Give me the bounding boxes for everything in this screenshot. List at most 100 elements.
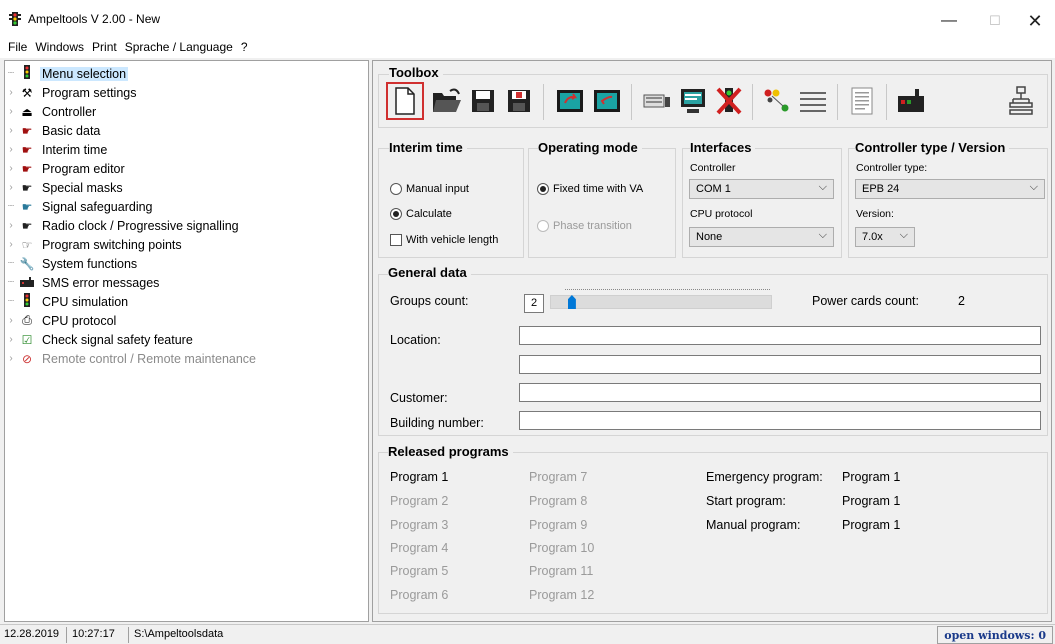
controller-icon: ⏏ [21,104,33,119]
menu-windows[interactable]: Windows [31,38,88,58]
tree-item-remote-control[interactable]: › ⊘ Remote control / Remote maintenance [5,349,258,368]
import-button[interactable] [588,82,626,120]
location-field[interactable] [519,326,1041,345]
tree-item-system-functions[interactable]: ┈ 🔧 System functions [5,254,139,273]
tree-item-program-switching-points[interactable]: › ☞ Program switching points [5,235,184,254]
manual-program-value[interactable]: Program 1 [842,518,900,532]
tree-line: ┈ [7,296,15,307]
program-item[interactable]: Program 1 [390,470,448,484]
phase-transition-radio[interactable]: Phase transition [537,220,632,232]
program-item[interactable]: Program 11 [529,564,593,578]
hand-icon: ☛ [21,142,33,157]
status-divider [66,627,67,643]
program-item[interactable]: Program 5 [390,564,448,578]
tree-item-controller[interactable]: › ⏏ Controller [5,102,98,121]
menu-file[interactable]: File [4,38,31,58]
building-number-field[interactable] [519,411,1041,430]
groups-count-slider[interactable] [550,295,772,309]
expand-chevron-icon[interactable]: › [5,125,17,136]
expand-chevron-icon[interactable]: › [5,144,17,155]
tree-item-program-editor[interactable]: › ☛ Program editor [5,159,127,178]
maximize-button[interactable]: ☐ [975,8,1015,34]
document-button[interactable] [843,82,881,120]
tree-item-cpu-protocol[interactable]: › ⎙ CPU protocol [5,311,118,330]
save-button[interactable] [464,82,502,120]
expand-chevron-icon[interactable]: › [5,220,17,231]
controller-type-value: EPB 24 [862,183,900,195]
program-item[interactable]: Program 3 [390,518,448,532]
toolbar-separator [752,84,753,120]
tree-item-signal-safeguarding[interactable]: ┈ ☛ Signal safeguarding [5,197,155,216]
tree-item-program-settings[interactable]: › ⚒ Program settings [5,83,138,102]
groups-count-value[interactable]: 2 [524,294,544,313]
menu-bar: File Windows Print Sprache / Language ? [0,38,1055,58]
controller-type-title: Controller type / Version [855,140,1010,155]
controller-port-value: COM 1 [696,183,731,195]
cpu-protocol-value: None [696,231,723,243]
tree-item-special-masks[interactable]: › ☛ Special masks [5,178,125,197]
tree-item-radio-clock[interactable]: › ☛ Radio clock / Progressive signalling [5,216,241,235]
close-button[interactable]: ✕ [1015,8,1055,34]
menu-help[interactable]: ? [237,38,252,58]
vehicle-length-checkbox[interactable]: With vehicle length [390,234,498,246]
program-item[interactable]: Program 4 [390,541,448,555]
tree-item-check-signal-safety[interactable]: › ☑ Check signal safety feature [5,330,195,349]
manual-input-radio[interactable]: Manual input [390,183,469,195]
program-item[interactable]: Program 10 [529,541,594,555]
signal-groups-button[interactable] [758,82,796,120]
tree-line: ┈ [7,68,15,79]
manual-input-label: Manual input [406,183,469,195]
released-programs-title: Released programs [388,444,513,459]
keyboard-button[interactable] [638,82,676,120]
menu-print[interactable]: Print [88,38,121,58]
tree-item-menu-selection[interactable]: ┈ Menu selection [5,64,129,83]
cpu-protocol-select[interactable]: None ⌵ [689,227,834,247]
tree-item-label: Basic data [42,123,101,138]
menu-language[interactable]: Sprache / Language [121,38,237,58]
customer-field[interactable] [519,383,1041,402]
check-doc-icon: ☑ [21,332,33,347]
location-field-line-2[interactable] [519,355,1041,374]
controller-box-button[interactable] [892,82,930,120]
program-item[interactable]: Program 7 [529,470,587,484]
cpu-protocol-label: CPU protocol [690,208,753,220]
fixed-time-radio[interactable]: Fixed time with VA [537,183,643,195]
program-item[interactable]: Program 9 [529,518,587,532]
tree-item-cpu-simulation[interactable]: ┈ CPU simulation [5,292,130,311]
expand-chevron-icon[interactable]: › [5,163,17,174]
emergency-program-value[interactable]: Program 1 [842,470,900,484]
start-program-value[interactable]: Program 1 [842,494,900,508]
version-select[interactable]: 7.0x ⌵ [855,227,915,247]
tree-item-interim-time[interactable]: › ☛ Interim time [5,140,109,159]
network-button[interactable] [1002,82,1040,120]
minimize-button[interactable]: — [929,8,969,34]
expand-chevron-icon[interactable]: › [5,315,17,326]
expand-chevron-icon[interactable]: › [5,353,17,364]
controller-type-select[interactable]: EPB 24 ⌵ [855,179,1045,199]
tree-item-sms-error-messages[interactable]: ┈ SMS error messages [5,273,161,292]
controller-port-select[interactable]: COM 1 ⌵ [689,179,834,199]
expand-chevron-icon[interactable]: › [5,106,17,117]
new-file-button[interactable] [386,82,424,120]
tree-item-basic-data[interactable]: › ☛ Basic data [5,121,102,140]
status-divider [128,627,129,643]
program-item[interactable]: Program 8 [529,494,587,508]
interfaces-title: Interfaces [690,140,756,155]
save-as-button[interactable] [500,82,538,120]
tree-item-label: Interim time [42,142,108,157]
program-item[interactable]: Program 12 [529,588,594,602]
tree-item-label: Special masks [42,180,123,195]
controller-box-icon [898,89,924,112]
expand-chevron-icon[interactable]: › [5,182,17,193]
monitor-button[interactable] [674,82,712,120]
expand-chevron-icon[interactable]: › [5,239,17,250]
open-button[interactable] [428,82,466,120]
program-item[interactable]: Program 2 [390,494,448,508]
delete-button[interactable] [710,82,748,120]
list-button[interactable] [794,82,832,120]
expand-chevron-icon[interactable]: › [5,334,17,345]
expand-chevron-icon[interactable]: › [5,87,17,98]
calculate-radio[interactable]: Calculate [390,208,452,220]
program-item[interactable]: Program 6 [390,588,448,602]
export-button[interactable] [551,82,589,120]
